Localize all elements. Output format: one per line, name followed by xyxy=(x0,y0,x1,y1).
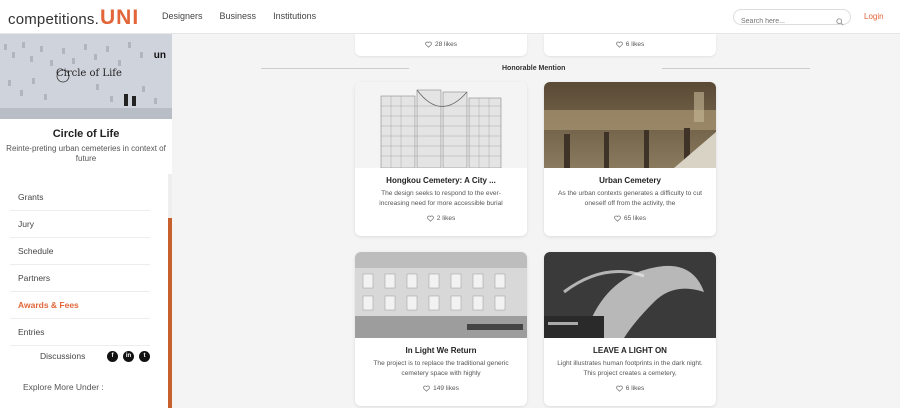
likes-count: 6 likes xyxy=(544,41,716,48)
entry-card[interactable]: Urban Cemetery As the urban contexts gen… xyxy=(544,82,716,236)
competition-subtitle: Reinte-preting urban cemeteries in conte… xyxy=(6,144,166,164)
section-heading-honorable-mention: Honorable Mention xyxy=(502,65,565,72)
site-logo[interactable]: competitions. UNI xyxy=(8,6,139,30)
discussions-link[interactable]: Discussions xyxy=(40,351,85,361)
sidebar-menu: Grants Jury Schedule Partners Awards & F… xyxy=(10,184,150,346)
likes-text: 28 likes xyxy=(435,41,457,48)
facebook-icon[interactable]: f xyxy=(107,351,118,362)
competition-sidebar: Circle of Life un Circle of Life Reinte-… xyxy=(0,34,172,408)
sidebar-item-entries[interactable]: Entries xyxy=(10,319,150,346)
heart-icon[interactable] xyxy=(614,215,621,222)
hero-overlay-title: Circle of Life xyxy=(56,68,122,79)
nav-institutions[interactable]: Institutions xyxy=(273,11,316,21)
heart-icon[interactable] xyxy=(427,215,434,222)
entry-title: LEAVE A LIGHT ON xyxy=(544,346,716,355)
entry-card[interactable]: LEAVE A LIGHT ON Light illustrates human… xyxy=(544,252,716,406)
likes-count: 6 likes xyxy=(544,385,716,392)
entry-thumbnail xyxy=(355,252,527,338)
likes-text: 2 likes xyxy=(437,215,455,222)
twitter-icon[interactable]: t xyxy=(139,351,150,362)
entry-card[interactable]: Hongkou Cemetery: A City ... The design … xyxy=(355,82,527,236)
likes-count: 65 likes xyxy=(544,215,716,222)
logo-word: competitions. xyxy=(8,11,99,28)
entry-title: In Light We Return xyxy=(355,346,527,355)
sidebar-item-awards-fees[interactable]: Awards & Fees xyxy=(10,292,150,319)
sidebar-item-jury[interactable]: Jury xyxy=(10,211,150,238)
likes-text: 6 likes xyxy=(626,41,644,48)
entry-thumbnail xyxy=(544,82,716,168)
top-navbar: competitions. UNI Designers Business Ins… xyxy=(0,0,900,34)
search-input[interactable] xyxy=(741,15,837,29)
logo-uni: UNI xyxy=(100,6,139,30)
heart-icon[interactable] xyxy=(616,41,623,48)
section-divider-right xyxy=(662,68,810,69)
competition-title: Circle of Life xyxy=(0,128,172,140)
search-box xyxy=(733,9,851,25)
entry-title: Hongkou Cemetery: A City ... xyxy=(355,176,527,185)
entries-grid: 28 likes 6 likes Honorable Mention xyxy=(172,34,900,408)
entry-thumbnail xyxy=(355,82,527,168)
sidebar-item-grants[interactable]: Grants xyxy=(10,184,150,211)
discussions-row: Discussions f in t xyxy=(0,348,172,366)
un-badge-icon: un xyxy=(154,50,166,61)
competition-hero-image: Circle of Life un xyxy=(0,34,172,119)
entry-title: Urban Cemetery xyxy=(544,176,716,185)
heart-icon[interactable] xyxy=(425,41,432,48)
entry-description: As the urban contexts generates a diffic… xyxy=(556,189,704,209)
main-nav: Designers Business Institutions xyxy=(162,11,316,21)
likes-text: 6 likes xyxy=(626,385,644,392)
entry-description: The project is to replace the traditiona… xyxy=(367,359,515,379)
nav-designers[interactable]: Designers xyxy=(162,11,203,21)
likes-count: 28 likes xyxy=(355,41,527,48)
linkedin-icon[interactable]: in xyxy=(123,351,134,362)
likes-count: 2 likes xyxy=(355,215,527,222)
entry-description: The design seeks to respond to the ever-… xyxy=(367,189,515,209)
sidebar-item-schedule[interactable]: Schedule xyxy=(10,238,150,265)
likes-count: 149 likes xyxy=(355,385,527,392)
likes-text: 65 likes xyxy=(624,215,646,222)
search-icon[interactable] xyxy=(836,13,844,31)
section-divider-left xyxy=(261,68,409,69)
login-link[interactable]: Login xyxy=(864,12,884,21)
entry-card-partial[interactable]: 28 likes xyxy=(355,34,527,56)
entry-thumbnail xyxy=(544,252,716,338)
heart-icon[interactable] xyxy=(616,385,623,392)
entry-card[interactable]: In Light We Return The project is to rep… xyxy=(355,252,527,406)
entry-description: Light illustrates human footprints in th… xyxy=(556,359,704,379)
likes-text: 149 likes xyxy=(433,385,459,392)
nav-business[interactable]: Business xyxy=(220,11,257,21)
sidebar-item-partners[interactable]: Partners xyxy=(10,265,150,292)
entry-card-partial[interactable]: 6 likes xyxy=(544,34,716,56)
explore-more-label: Explore More Under : xyxy=(23,382,104,392)
heart-icon[interactable] xyxy=(423,385,430,392)
